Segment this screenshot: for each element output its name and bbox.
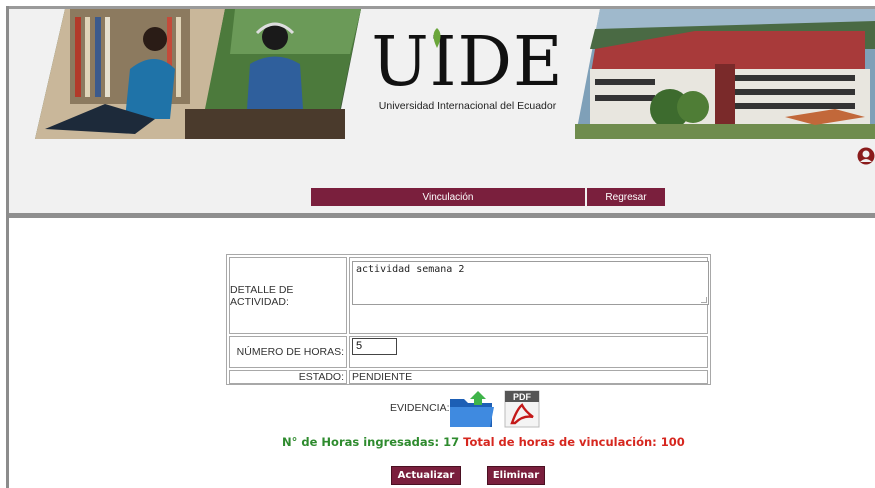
detail-textarea-value: actividad semana 2 [356,264,465,275]
main-menu: Vinculación Regresar [311,188,665,206]
status-label: ESTADO: [229,370,347,384]
menu-item-vinculacion[interactable]: Vinculación [311,188,585,206]
entered-hours-value: 17 [443,435,460,449]
banner-students-image [35,9,361,139]
pdf-icon-text: PDF [513,392,532,402]
logo-text: UIDE [371,23,564,102]
folder-upload-icon[interactable] [448,389,496,429]
user-avatar-icon[interactable] [857,147,875,165]
table-row: ESTADO: PENDIENTE [229,370,708,384]
update-button[interactable]: Actualizar [391,466,461,485]
hours-input[interactable]: 5 [352,338,397,355]
menu-item-regresar[interactable]: Regresar [587,188,665,206]
leaf-icon [433,28,441,48]
logo-subtitle: Universidad Internacional del Ecuador [378,100,557,112]
activity-form-table: DETALLE DE ACTIVIDAD: actividad semana 2… [226,254,711,385]
pdf-icon[interactable]: PDF [503,389,543,429]
entered-hours-label: N° de Horas ingresadas: [282,435,440,449]
hours-label: NÚMERO DE HORAS: [229,336,347,368]
total-hours-value: 100 [660,435,685,449]
table-row: NÚMERO DE HORAS: 5 [229,336,708,368]
banner-campus-image [575,9,875,139]
detail-textarea[interactable]: actividad semana 2 [352,261,709,305]
detail-cell: actividad semana 2 [349,257,709,334]
resize-grip-icon[interactable] [701,297,707,303]
status-value: PENDIENTE [352,371,413,383]
hours-cell: 5 [349,336,708,368]
total-hours-label: Total de horas de vinculación: [463,435,657,449]
evidence-label: EVIDENCIA: [390,402,450,414]
detail-label: DETALLE DE ACTIVIDAD: [229,257,347,334]
header-divider [9,213,875,218]
status-cell: PENDIENTE [349,370,708,384]
uide-logo: UIDE Universidad Internacional del Ecuad… [360,28,575,128]
delete-button[interactable]: Eliminar [487,466,545,485]
table-row: DETALLE DE ACTIVIDAD: actividad semana 2 [229,257,709,334]
hours-totals: N° de Horas ingresadas: 17 Total de hora… [282,435,685,449]
